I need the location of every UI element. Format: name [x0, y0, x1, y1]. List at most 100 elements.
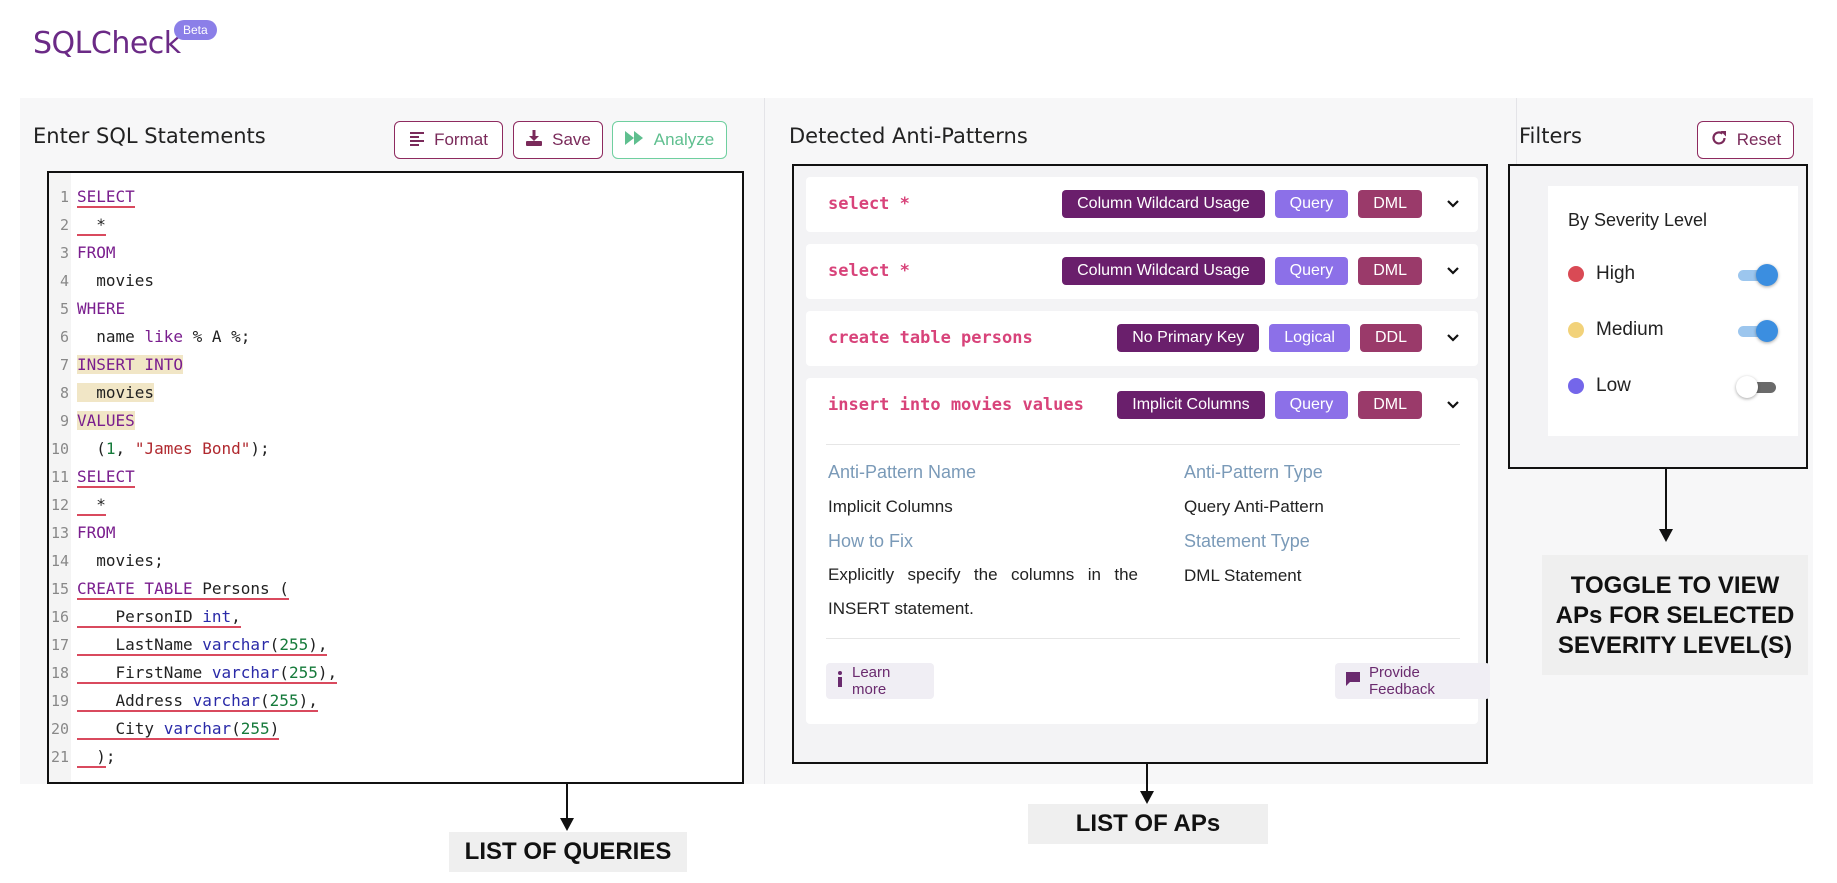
line-number: 5 — [59, 300, 69, 318]
arrow-down-icon — [560, 818, 574, 831]
line-number: 17 — [50, 636, 69, 654]
severity-low: Low — [1568, 371, 1631, 401]
format-label: Format — [434, 130, 488, 149]
learn-more-label: Learn more — [852, 664, 891, 698]
how-to-fix-value: Explicitly specify the columns in the IN… — [828, 565, 1138, 618]
antipattern-row[interactable]: create table persons No Primary Key Logi… — [806, 311, 1478, 366]
code-line: * — [77, 495, 106, 516]
annotation-toggle-line: APs FOR SELECTED — [1555, 602, 1795, 629]
statement-category-tag: DDL — [1359, 324, 1422, 352]
line-number: 11 — [50, 468, 69, 486]
analyze-button[interactable]: Analyze — [612, 121, 727, 159]
line-number: 21 — [50, 748, 69, 766]
chevron-down-icon[interactable] — [1446, 331, 1460, 345]
chevron-down-icon[interactable] — [1446, 398, 1460, 412]
antipattern-list: select * Column Wildcard Usage Query DML… — [792, 164, 1490, 764]
filters-panel: By Severity Level High Medium Low — [1508, 164, 1808, 469]
antipattern-row[interactable]: select * Column Wildcard Usage Query DML — [806, 244, 1478, 299]
align-left-icon — [409, 130, 425, 151]
antipattern-query: insert into movies values — [828, 395, 1084, 415]
antipattern-name-tag: Implicit Columns — [1117, 391, 1265, 419]
statement-type-value: DML Statement — [1184, 566, 1302, 585]
divider — [764, 98, 765, 784]
code-line: (1, "James Bond"); — [77, 439, 270, 458]
arrow-down-icon — [1140, 791, 1154, 804]
line-number: 9 — [59, 412, 69, 430]
arrow-down-icon — [1659, 529, 1673, 542]
code-line: FirstName varchar(255), — [77, 663, 338, 684]
antipattern-type-value: Query Anti-Pattern — [1184, 497, 1324, 516]
download-icon — [525, 129, 543, 151]
annotation-toggle: TOGGLE TO VIEW APs FOR SELECTED SEVERITY… — [1542, 555, 1808, 675]
beta-badge: Beta — [174, 20, 217, 40]
antipattern-type-tag: Query — [1274, 257, 1349, 285]
save-button[interactable]: Save — [513, 121, 603, 159]
line-number: 6 — [59, 328, 69, 346]
chevron-down-icon[interactable] — [1446, 197, 1460, 211]
antipattern-name-tag: Column Wildcard Usage — [1062, 190, 1265, 218]
comment-icon — [1345, 671, 1361, 691]
low-dot-icon — [1568, 378, 1584, 394]
annotation-queries: LIST OF QUERIES — [449, 832, 687, 872]
statement-category-tag: DML — [1358, 190, 1422, 218]
code-line: FROM — [77, 523, 116, 542]
reset-label: Reset — [1736, 130, 1782, 149]
code-line: CREATE TABLE Persons ( — [77, 579, 289, 600]
feedback-label: Provide Feedback — [1369, 664, 1435, 698]
medium-dot-icon — [1568, 322, 1584, 338]
reset-button[interactable]: Reset — [1697, 121, 1794, 159]
low-toggle[interactable] — [1736, 376, 1780, 398]
fast-forward-icon — [624, 130, 645, 150]
sql-editor[interactable]: 1 SELECT 2 * 3 FROM 4 movies 5 WHERE 6 name… — [47, 171, 744, 784]
code-line: name like % A %; — [77, 327, 251, 346]
antipattern-query: create table persons — [828, 328, 1033, 348]
high-dot-icon — [1568, 266, 1584, 282]
code-line: WHERE — [77, 299, 126, 318]
learn-more-button[interactable]: Learn more — [826, 663, 934, 699]
chevron-down-icon[interactable] — [1446, 264, 1460, 278]
code-line: SELECT — [77, 467, 135, 488]
high-toggle[interactable] — [1736, 264, 1780, 286]
antipattern-type-tag: Logical — [1269, 324, 1350, 352]
antipattern-name-tag: No Primary Key — [1117, 324, 1260, 352]
provide-feedback-button[interactable]: Provide Feedback — [1335, 663, 1490, 699]
line-number: 20 — [50, 720, 69, 738]
line-number: 8 — [59, 384, 69, 402]
info-icon — [836, 671, 844, 691]
antipattern-name-label: Anti-Pattern Name — [828, 462, 977, 482]
antipattern-type-tag: Query — [1274, 391, 1349, 419]
editor-title: Enter SQL Statements — [33, 124, 266, 148]
save-label: Save — [552, 130, 591, 149]
severity-filter-card: By Severity Level High Medium Low — [1548, 186, 1798, 436]
statement-type-label: Statement Type — [1184, 531, 1310, 551]
line-number: 3 — [59, 244, 69, 262]
antipattern-row-expanded[interactable]: insert into movies values Implicit Colum… — [806, 378, 1490, 724]
line-number: 13 — [50, 524, 69, 542]
annotation-arrow — [1665, 469, 1667, 531]
medium-toggle[interactable] — [1736, 320, 1780, 342]
antipattern-name-tag: Column Wildcard Usage — [1062, 257, 1265, 285]
app-logo: SQLCheck — [33, 26, 181, 61]
line-number: 2 — [59, 216, 69, 234]
code-line: ); — [77, 747, 116, 768]
severity-high: High — [1568, 259, 1635, 289]
reset-icon — [1710, 129, 1728, 152]
line-number: 12 — [50, 496, 69, 514]
antipattern-type-label: Anti-Pattern Type — [1184, 462, 1323, 482]
code-line: * — [77, 215, 106, 236]
antipattern-query: select * — [828, 261, 910, 281]
code-line: VALUES — [77, 411, 135, 430]
line-number: 14 — [50, 552, 69, 570]
divider — [826, 444, 1460, 445]
severity-label: Low — [1596, 375, 1631, 396]
severity-label: Medium — [1596, 319, 1664, 340]
divider — [1516, 98, 1517, 168]
line-number: 10 — [50, 440, 69, 458]
code-line: LastName varchar(255), — [77, 635, 328, 656]
antipattern-row[interactable]: select * Column Wildcard Usage Query DML — [806, 177, 1478, 232]
antipattern-type-tag: Query — [1274, 190, 1349, 218]
how-to-fix-label: How to Fix — [828, 531, 914, 551]
format-button[interactable]: Format — [394, 121, 503, 159]
code-line: Address varchar(255), — [77, 691, 318, 712]
annotation-toggle-line: SEVERITY LEVEL(S) — [1557, 632, 1793, 659]
